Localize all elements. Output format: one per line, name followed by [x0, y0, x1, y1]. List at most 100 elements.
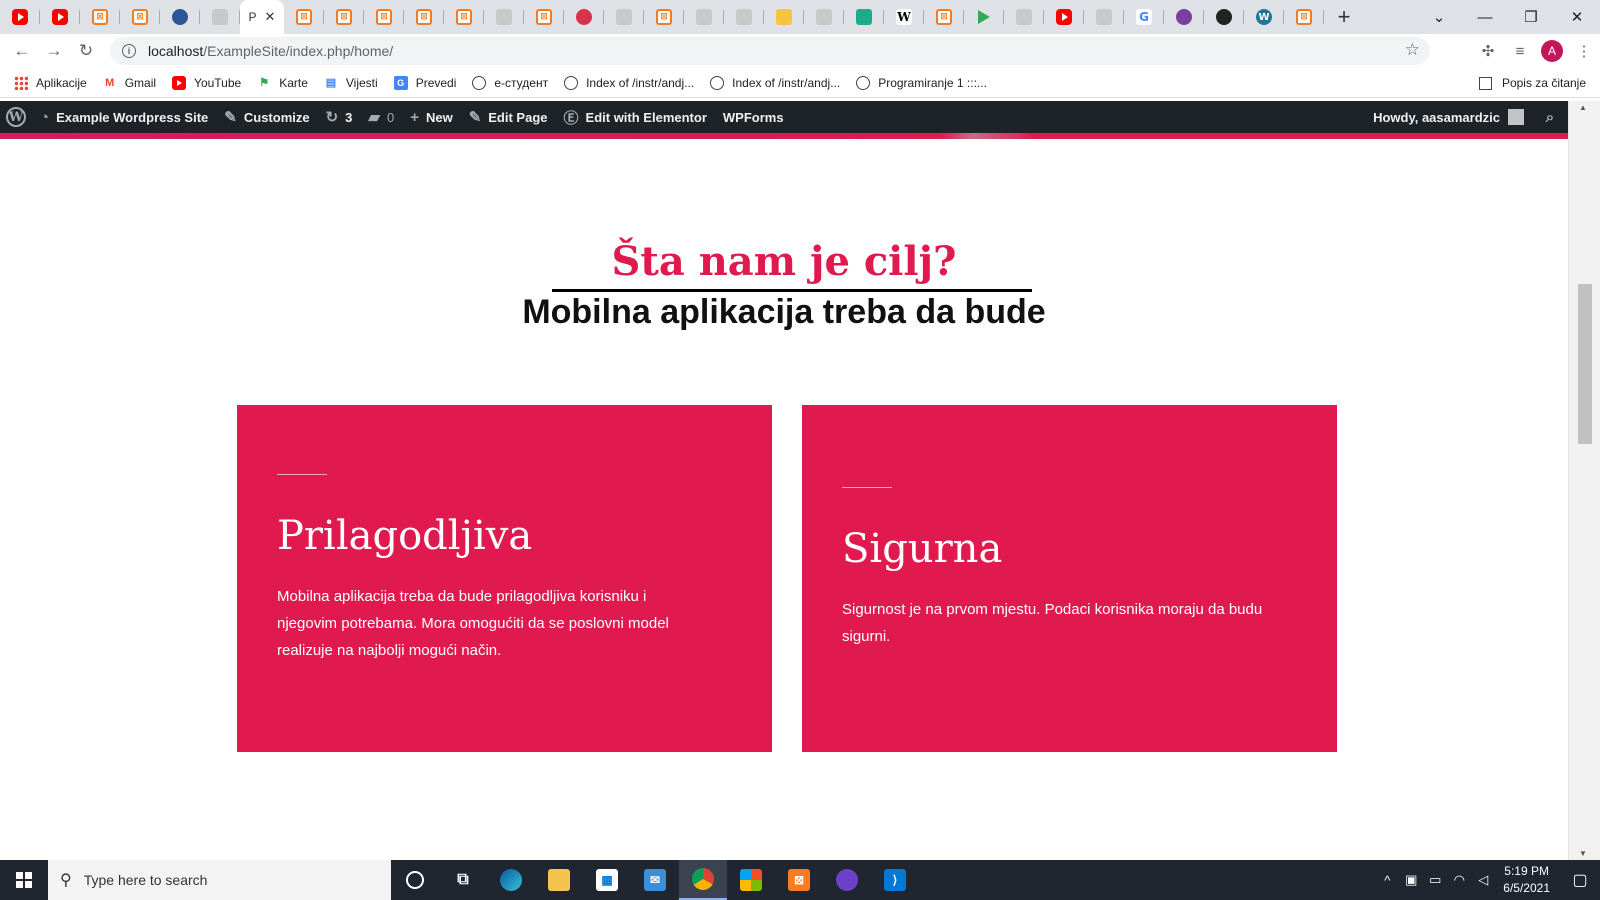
comments-link[interactable]: ▰ 0	[360, 101, 402, 133]
new-tab-button[interactable]: +	[1324, 4, 1364, 30]
restore-icon[interactable]: ❐	[1508, 8, 1554, 26]
tab[interactable]	[804, 0, 844, 34]
account-menu[interactable]: Howdy, aasamardzic	[1365, 101, 1532, 133]
bookmark-gmail[interactable]: M Gmail	[103, 76, 156, 90]
tab[interactable]	[1084, 0, 1124, 34]
bookmark-maps[interactable]: ⚑ Karte	[257, 76, 308, 90]
bookmark-apps[interactable]: Aplikacije	[14, 75, 87, 90]
bookmark-news[interactable]: ▤ Vijesti	[324, 76, 378, 90]
tab[interactable]	[844, 0, 884, 34]
bookmark-index-2[interactable]: Index of /instr/andj...	[710, 75, 840, 90]
bookmark-star-icon[interactable]: ☆	[1405, 40, 1420, 60]
tab[interactable]	[1044, 0, 1084, 34]
address-bar[interactable]: i localhost/ExampleSite/index.php/home/ …	[110, 37, 1430, 65]
volume-icon[interactable]: ◁	[1471, 872, 1495, 888]
tab[interactable]: G	[1124, 0, 1164, 34]
tab[interactable]: ⊠	[444, 0, 484, 34]
taskbar-search[interactable]: ⚲ Type here to search	[48, 860, 391, 900]
reading-list-button[interactable]: Popis za čitanje	[1478, 68, 1586, 98]
tab[interactable]: ⊠	[80, 0, 120, 34]
wifi-icon[interactable]: ◠	[1447, 872, 1471, 888]
scroll-thumb[interactable]	[1578, 284, 1592, 444]
bookmark-index-1[interactable]: Index of /instr/andj...	[564, 75, 694, 90]
tab[interactable]	[684, 0, 724, 34]
github-button[interactable]	[823, 860, 871, 900]
tab[interactable]	[604, 0, 644, 34]
battery-icon[interactable]: ▭	[1423, 872, 1447, 888]
tab[interactable]	[564, 0, 604, 34]
minimize-icon[interactable]: —	[1462, 9, 1508, 26]
info-icon[interactable]: i	[122, 44, 136, 58]
card-divider	[277, 474, 327, 475]
clock[interactable]: 5:19 PM 6/5/2021	[1503, 863, 1550, 897]
close-icon[interactable]: ✕	[265, 9, 276, 25]
tab[interactable]	[724, 0, 764, 34]
new-content-link[interactable]: + New	[402, 101, 461, 133]
updates-link[interactable]: ↻ 3	[318, 101, 361, 133]
tab[interactable]: ⊠	[524, 0, 564, 34]
bookmark-youtube[interactable]: YouTube	[172, 75, 241, 90]
chrome-button[interactable]	[679, 860, 727, 900]
folder-icon	[548, 869, 570, 891]
mail-button[interactable]: ✉	[631, 860, 679, 900]
customize-link[interactable]: ✎ Customize	[216, 101, 317, 133]
tab[interactable]	[0, 0, 40, 34]
tab[interactable]: ⊠	[324, 0, 364, 34]
tab[interactable]: ⊠	[644, 0, 684, 34]
task-view-button[interactable]: ⧉	[439, 860, 487, 900]
bookmark-translate[interactable]: G Prevedi	[393, 75, 456, 90]
scroll-down-icon[interactable]: ▼	[1579, 849, 1587, 858]
store-button[interactable]: ▦	[583, 860, 631, 900]
vscode-button[interactable]: ⟩	[871, 860, 919, 900]
file-explorer-button[interactable]	[535, 860, 583, 900]
tab-search-icon[interactable]: ⌄	[1416, 8, 1462, 26]
close-window-icon[interactable]: ✕	[1554, 8, 1600, 26]
search-icon[interactable]: ⌕	[1532, 109, 1568, 126]
chevron-up-icon[interactable]: ^	[1375, 873, 1399, 888]
tab[interactable]	[40, 0, 80, 34]
tab[interactable]: W	[1244, 0, 1284, 34]
edge-button[interactable]	[487, 860, 535, 900]
tab[interactable]	[1004, 0, 1044, 34]
tab[interactable]: ⊠	[1284, 0, 1324, 34]
menu-icon[interactable]: ⋮	[1568, 42, 1600, 60]
bookmark-programiranje[interactable]: Programiranje 1 :::...	[856, 75, 987, 90]
tab[interactable]: ⊠	[120, 0, 160, 34]
tab[interactable]: ⊠	[364, 0, 404, 34]
tab[interactable]	[160, 0, 200, 34]
scroll-up-icon[interactable]: ▲	[1579, 103, 1587, 112]
media-icon[interactable]: ≡	[1504, 43, 1536, 60]
cortana-button[interactable]	[391, 860, 439, 900]
site-name-link[interactable]: ◔ Example Wordpress Site	[32, 101, 216, 133]
xampp-button[interactable]: ⊠	[775, 860, 823, 900]
office-button[interactable]	[727, 860, 775, 900]
tab[interactable]: W	[884, 0, 924, 34]
profile-avatar[interactable]: A	[1541, 40, 1563, 62]
tab[interactable]: ⊠	[284, 0, 324, 34]
windows-taskbar: ⚲ Type here to search ⧉ ▦ ✉ ⊠ ⟩ ^ ▣ ▭ ◠ …	[0, 860, 1600, 900]
tab[interactable]	[200, 0, 240, 34]
tab[interactable]	[964, 0, 1004, 34]
wordpress-logo-icon[interactable]: W	[6, 107, 26, 127]
tab[interactable]	[764, 0, 804, 34]
tab-active[interactable]: P ✕	[240, 0, 284, 34]
extensions-icon[interactable]: ✣	[1472, 42, 1504, 60]
reload-icon[interactable]: ↻	[70, 41, 102, 61]
back-icon[interactable]: ←	[6, 41, 38, 61]
tab[interactable]: ⊠	[924, 0, 964, 34]
edit-elementor-link[interactable]: Ⓔ Edit with Elementor	[556, 101, 715, 133]
tab[interactable]	[1204, 0, 1244, 34]
page-scrollbar[interactable]: ▲ ▼	[1568, 101, 1600, 860]
wpforms-link[interactable]: WPForms	[715, 101, 792, 133]
meet-icon[interactable]: ▣	[1399, 872, 1423, 888]
apps-icon	[14, 75, 28, 90]
notification-icon[interactable]: ▢	[1560, 870, 1600, 890]
tab[interactable]: ⊠	[404, 0, 444, 34]
start-button[interactable]	[0, 860, 48, 900]
tab[interactable]	[1164, 0, 1204, 34]
tab[interactable]	[484, 0, 524, 34]
edit-page-link[interactable]: ✎ Edit Page	[461, 101, 556, 133]
bookmark-estudent[interactable]: e-студент	[472, 75, 548, 90]
forward-icon[interactable]: →	[38, 41, 70, 61]
edit-page-label: Edit Page	[488, 109, 548, 125]
